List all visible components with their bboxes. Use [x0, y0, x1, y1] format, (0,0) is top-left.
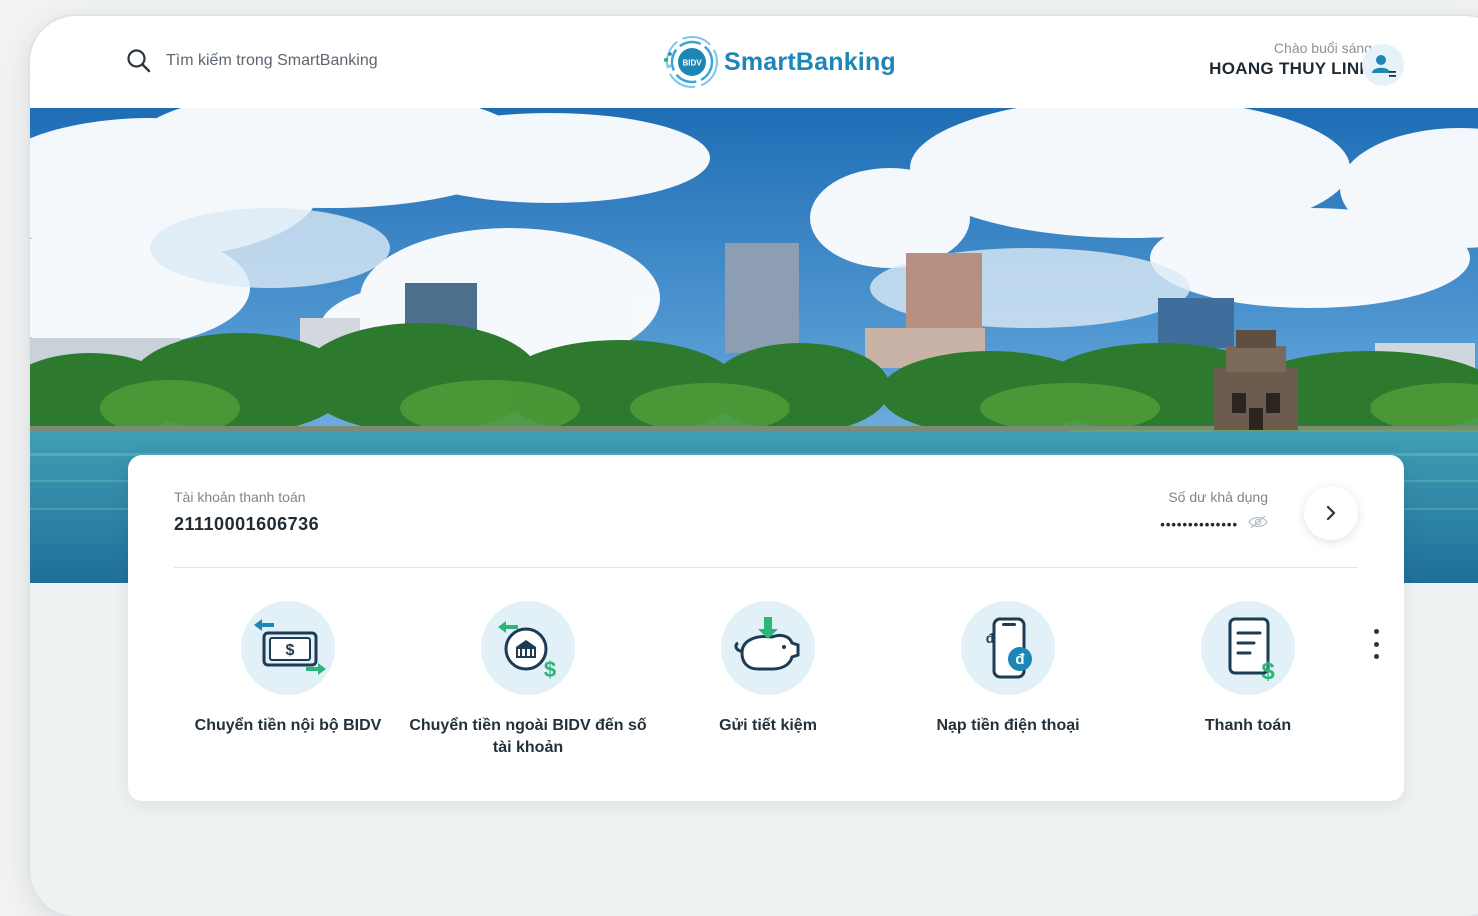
logo-text: SmartBanking	[724, 47, 896, 76]
savings-piggy-icon	[721, 601, 815, 695]
balance-label: Số dư khả dụng	[1168, 489, 1268, 505]
account-details-button[interactable]	[1304, 486, 1358, 540]
top-bar: Tìm kiếm trong SmartBanking BIDV SmartBa…	[30, 16, 1478, 108]
user-icon	[1372, 55, 1396, 77]
account-number: 21110001606736	[174, 514, 320, 534]
action-label: Chuyển tiền nội bộ BIDV	[194, 717, 382, 734]
svg-text:$: $	[544, 657, 556, 682]
action-internal-transfer[interactable]: $ Chuyển tiền nội bộ BIDV	[168, 601, 408, 737]
internal-transfer-icon: $	[241, 601, 335, 695]
phone-topup-icon: đ đ	[961, 601, 1055, 695]
action-phone-topup[interactable]: đ đ Nạp tiền điện thoại	[888, 601, 1128, 737]
user-greeting: Chào buổi sáng HOANG THUY LINH	[1209, 40, 1372, 79]
action-label: Gửi tiết kiệm	[719, 717, 817, 734]
account-card: Tài khoản thanh toán 21110001606736 Số d…	[128, 455, 1404, 801]
search-bar[interactable]: Tìm kiếm trong SmartBanking	[126, 48, 378, 74]
action-external-transfer[interactable]: $ Chuyển tiền ngoài BIDV đến số tài khoả…	[408, 601, 648, 759]
svg-text:đ: đ	[986, 630, 995, 646]
divider	[174, 567, 1358, 568]
bidv-logo-icon: BIDV	[663, 36, 718, 88]
chevron-right-icon	[1326, 505, 1336, 521]
svg-text:$: $	[286, 642, 295, 659]
balance-value: ••••••••••••••	[1160, 517, 1238, 532]
action-label: Nạp tiền điện thoại	[936, 717, 1080, 734]
action-label: Chuyển tiền ngoài BIDV đến số tài khoản	[409, 717, 647, 756]
svg-text:$: $	[1261, 658, 1275, 683]
action-bill-payment[interactable]: $ Thanh toán	[1128, 601, 1368, 737]
search-input[interactable]: Tìm kiếm trong SmartBanking	[166, 52, 378, 70]
svg-text:đ: đ	[1015, 651, 1025, 668]
quick-actions: $ Chuyển tiền nội bộ BIDV $ Chuyển tiền …	[174, 601, 1314, 771]
action-label: Thanh toán	[1204, 717, 1292, 734]
account-label: Tài khoản thanh toán	[174, 489, 306, 505]
more-options-icon[interactable]	[1366, 627, 1386, 661]
bill-payment-icon: $	[1201, 601, 1295, 695]
eye-hidden-icon[interactable]	[1248, 515, 1268, 534]
action-savings[interactable]: Gửi tiết kiệm	[648, 601, 888, 737]
svg-text:BIDV: BIDV	[682, 59, 702, 68]
greeting-text: Chào buổi sáng	[1273, 40, 1372, 56]
search-icon[interactable]	[126, 48, 152, 74]
app-window: Tìm kiếm trong SmartBanking BIDV SmartBa…	[30, 16, 1478, 916]
user-name: HOANG THUY LINH	[1209, 59, 1372, 78]
external-transfer-icon: $	[481, 601, 575, 695]
smartbanking-logo: BIDV SmartBanking	[660, 32, 896, 92]
user-menu-button[interactable]	[1362, 44, 1404, 86]
